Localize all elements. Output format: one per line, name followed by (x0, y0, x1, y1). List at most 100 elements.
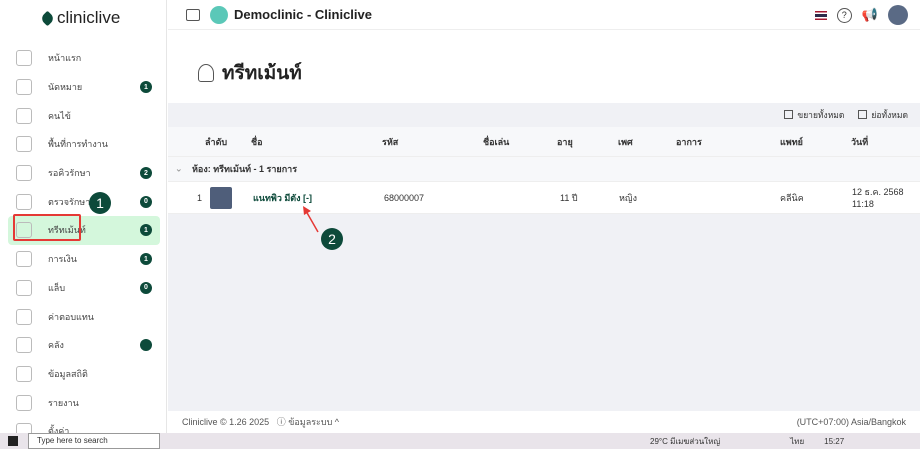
table-row[interactable]: 1 แนทพิว มีตัง [-] 68000007 11 ปี หญิง ค… (168, 182, 920, 214)
col-age[interactable]: อายุ (557, 135, 573, 149)
windows-start-icon[interactable] (8, 436, 18, 446)
sidebar-item-badge (140, 339, 152, 352)
collapse-icon (858, 110, 868, 119)
sidebar-item-label: นัดหมาย (48, 82, 83, 93)
time: 11:18 (852, 198, 874, 209)
sidebar-item-2[interactable]: คนไข้ (8, 101, 160, 130)
sidebar-item-8[interactable]: แล็บ 0 (8, 274, 160, 303)
sidebar-item-icon (16, 394, 32, 411)
sidebar-item-badge: 0 (140, 281, 152, 294)
collapse-all-label: ย่อทั้งหมด (871, 110, 908, 120)
page-title-text: ทรีทเม้นท์ (222, 63, 302, 84)
sidebar-item-icon (16, 79, 32, 96)
sidebar-item-label: รอคิวรักษา (48, 168, 91, 179)
sidebar-item-icon (16, 365, 32, 382)
doctor: คลีนิค (780, 192, 804, 203)
taskbar-search[interactable]: Type here to search (28, 433, 160, 449)
sidebar-item-icon (16, 251, 32, 268)
sidebar-item-icon (16, 136, 32, 153)
sidebar-item-11[interactable]: ข้อมูลสถิติ (8, 360, 160, 389)
system-info-link[interactable]: ⓘ ข้อมูลระบบ ^ (277, 417, 339, 427)
chevron-down-icon[interactable]: ⌄ (175, 164, 183, 175)
col-sex[interactable]: เพศ (618, 135, 633, 149)
sidebar-item-badge: 1 (140, 224, 152, 237)
patient-name-link[interactable]: แนทพิว มีตัง [-] (253, 191, 312, 205)
col-nickname[interactable]: ชื่อเล่น (483, 135, 509, 149)
sidebar-nav: หน้าแรกนัดหมาย 1 คนไข้พื้นที่การทำงานรอคิว… (8, 44, 160, 446)
date: 12 ธ.ค. 2568 (852, 186, 904, 197)
clock[interactable]: 15:27 (824, 437, 844, 446)
sidebar-item-icon (16, 165, 32, 182)
logo-text: cliniclive (57, 8, 121, 27)
sidebar-item-0[interactable]: หน้าแรก (8, 44, 160, 73)
col-symptom[interactable]: อาการ (676, 135, 702, 149)
patient-sex: หญิง (619, 192, 637, 203)
language[interactable]: ไทย (790, 435, 804, 448)
sidebar-item-label: การเงิน (48, 254, 77, 265)
expand-icon (784, 110, 794, 119)
date-cell: 12 ธ.ค. 2568 11:18 (852, 186, 904, 210)
app-title: Democlinic - Cliniclive (234, 7, 372, 22)
col-doctor[interactable]: แพทย์ (780, 135, 803, 149)
highlight-box (13, 214, 81, 241)
annotation-marker-1: 1 (89, 192, 111, 214)
treatment-icon (198, 64, 214, 82)
sidebar-item-label: คนไข้ (48, 110, 71, 121)
sidebar-item-label: ข้อมูลสถิติ (48, 368, 88, 379)
sidebar-item-label: แล็บ (48, 282, 66, 293)
col-no[interactable]: ลำดับ (205, 135, 227, 149)
sidebar-item-3[interactable]: พื้นที่การทำงาน (8, 130, 160, 159)
footer: Cliniclive © 1.26 2025 ⓘ ข้อมูลระบบ ^ (U… (168, 411, 920, 433)
col-code[interactable]: รหัส (382, 135, 398, 149)
group-row[interactable]: ⌄ ห้อง: ทรีทเม้นท์ - 1 รายการ (168, 157, 920, 182)
content-area: ขยายทั้งหมด ย่อทั้งหมด ลำดับ ชื่อ รหัส ช… (168, 103, 920, 411)
user-avatar[interactable] (888, 5, 908, 25)
sidebar-item-icon (16, 193, 32, 210)
sidebar-item-icon (16, 308, 32, 325)
logo-heart-icon (39, 10, 56, 26)
sidebar-item-icon (16, 337, 32, 354)
expand-all-button[interactable]: ขยายทั้งหมด (784, 108, 844, 122)
sidebar-item-12[interactable]: รายงาน (8, 388, 160, 417)
sidebar-item-label: คลัง (48, 340, 64, 351)
page-title: ทรีทเม้นท์ (198, 58, 302, 88)
sidebar-item-10[interactable]: คลัง (8, 331, 160, 360)
sidebar-item-5[interactable]: ตรวจรักษา 0 (8, 187, 160, 216)
weather[interactable]: 29°C มีเมฆส่วนใหญ่ (650, 435, 720, 448)
annotation-marker-2: 2 (321, 228, 343, 250)
version: Cliniclive © 1.26 2025 (182, 417, 270, 427)
sidebar-item-9[interactable]: ค่าตอบแทน (8, 302, 160, 331)
clinic-home-icon[interactable] (210, 5, 228, 24)
row-no: 1 (197, 192, 203, 203)
top-bar: Democlinic - Cliniclive ? 📢 (168, 0, 920, 30)
sidebar-item-badge: 1 (140, 253, 152, 266)
help-icon[interactable]: ? (836, 7, 852, 23)
logo[interactable]: cliniclive (39, 8, 121, 28)
sidebar-item-7[interactable]: การเงิน 1 (8, 245, 160, 274)
expand-all-label: ขยายทั้งหมด (797, 110, 845, 120)
sidebar-item-label: รายงาน (48, 397, 79, 408)
sidebar-item-label: พื้นที่การทำงาน (48, 139, 108, 150)
sidebar-item-badge: 1 (140, 81, 152, 94)
sidebar-item-badge: 0 (140, 195, 152, 208)
sidebar-item-icon (16, 279, 32, 296)
group-label: ห้อง: ทรีทเม้นท์ - 1 รายการ (192, 164, 298, 174)
taskbar: Type here to search 29°C มีเมฆส่วนใหญ่ ไ… (0, 433, 920, 449)
sidebar-item-icon (16, 50, 32, 67)
megaphone-icon[interactable]: 📢 (862, 7, 878, 23)
sidebar-item-4[interactable]: รอคิวรักษา 2 (8, 159, 160, 188)
col-name[interactable]: ชื่อ (251, 135, 263, 149)
sidebar-item-label: หน้าแรก (48, 53, 82, 64)
sidebar-item-1[interactable]: นัดหมาย 1 (8, 73, 160, 102)
thai-flag-icon[interactable] (814, 10, 827, 20)
patient-avatar (210, 186, 232, 209)
timezone: (UTC+07:00) Asia/Bangkok (796, 417, 906, 427)
col-date[interactable]: วันที่ (851, 135, 868, 149)
collapse-all-button[interactable]: ย่อทั้งหมด (858, 108, 908, 122)
sidebar-item-label: ค่าตอบแทน (48, 311, 94, 322)
treatment-table: ลำดับ ชื่อ รหัส ชื่อเล่น อายุ เพศ อาการ … (168, 127, 920, 214)
sidebar-toggle-icon[interactable] (186, 8, 200, 21)
sidebar-item-badge: 2 (140, 167, 152, 180)
table-header: ลำดับ ชื่อ รหัส ชื่อเล่น อายุ เพศ อาการ … (168, 127, 920, 157)
sidebar-item-icon (16, 107, 32, 124)
